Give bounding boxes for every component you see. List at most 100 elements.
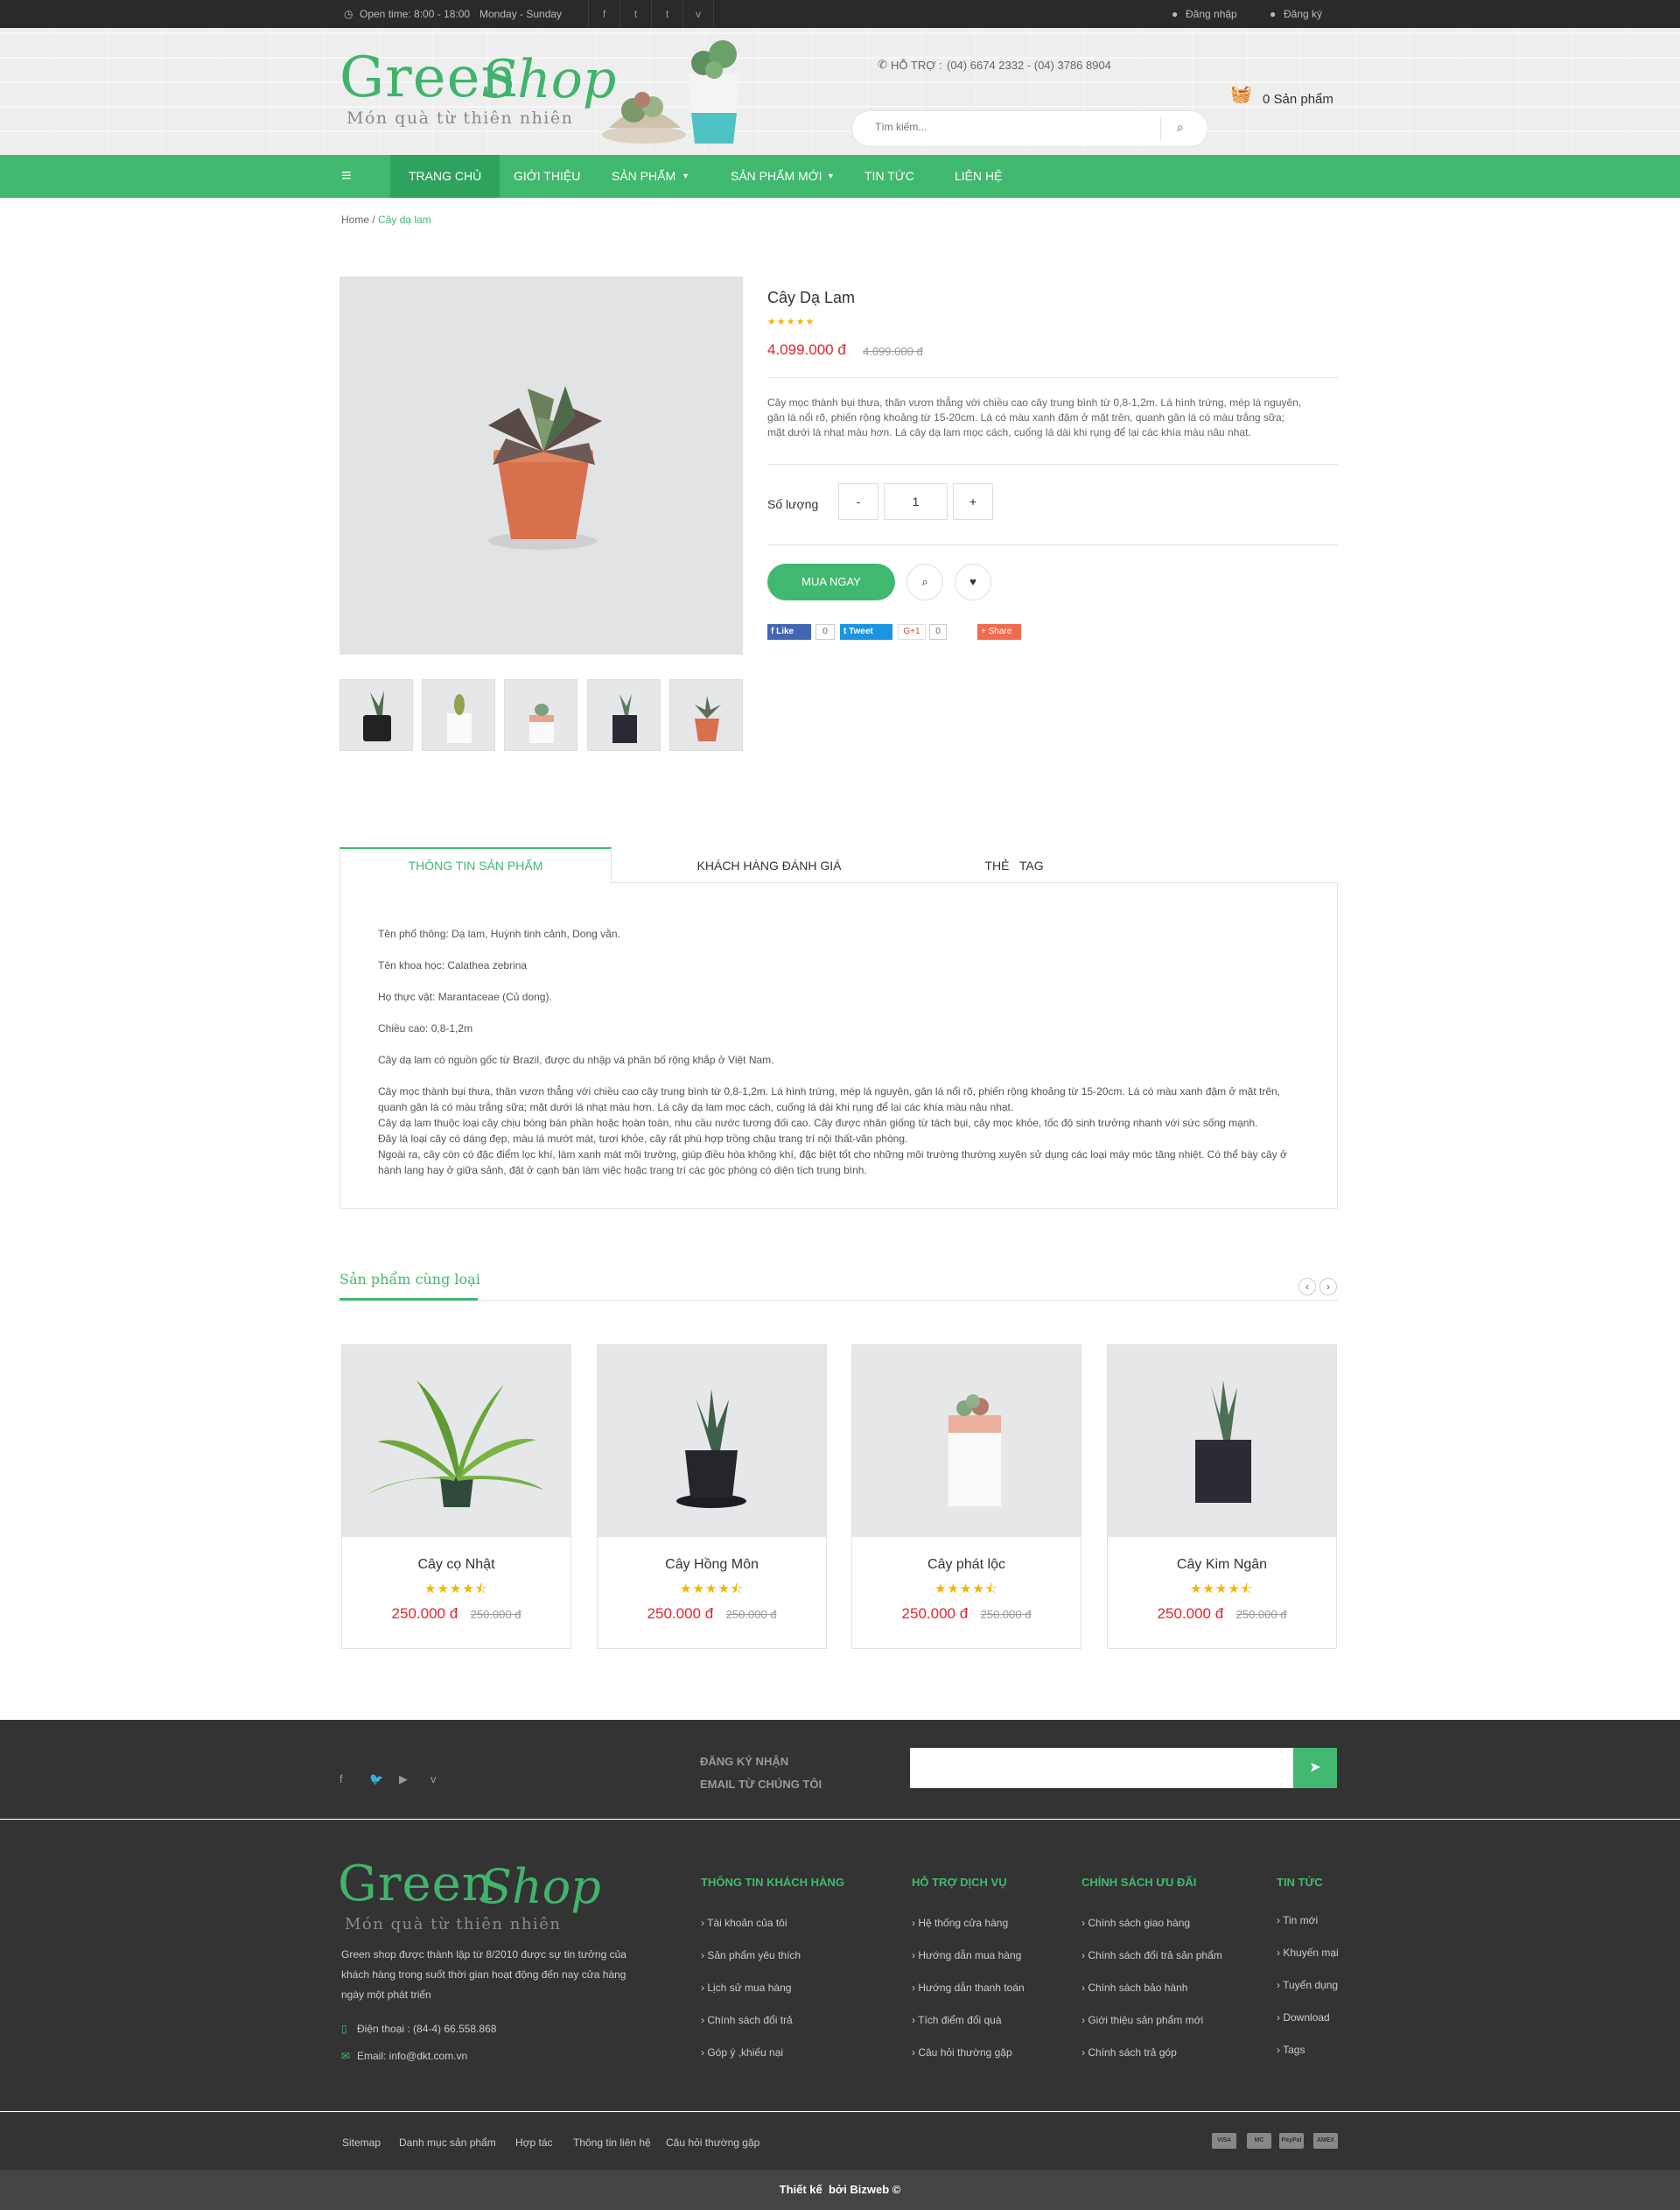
product-card[interactable]: Cây phát lộc ★★★★⯪ 250.000 đ 250.000 đ bbox=[851, 1344, 1082, 1649]
newsletter-label: ĐĂNG KÝ NHẬN bbox=[700, 1755, 789, 1768]
footer-col-title: HỖ TRỢ DỊCH VỤ bbox=[912, 1876, 1007, 1889]
footer-link[interactable]: › Chính sách đổi trả bbox=[701, 2014, 793, 2026]
quantity-input[interactable]: 1 bbox=[884, 483, 948, 520]
product-card[interactable]: Cây cọ Nhật ★★★★⯪ 250.000 đ 250.000 đ bbox=[341, 1344, 571, 1649]
newsletter-bar: f 🐦 ▶ v ĐĂNG KÝ NHẬN EMAIL TỪ CHÚNG TÔI … bbox=[0, 1720, 1680, 1819]
facebook-icon[interactable]: f bbox=[588, 0, 620, 28]
quantity-decrease-button[interactable]: - bbox=[838, 483, 878, 520]
product-image[interactable] bbox=[342, 1345, 570, 1537]
share-button[interactable]: + Share bbox=[977, 624, 1021, 640]
footer-email: Email: info@dkt.com.vn bbox=[357, 2050, 468, 2062]
succulent-banner-image bbox=[602, 40, 740, 144]
gplus-count: 0 bbox=[929, 624, 947, 640]
tab-reviews[interactable]: KHÁCH HÀNG ĐÁNH GIÁ bbox=[630, 848, 908, 883]
footer-link[interactable]: › Tích điểm đổi quà bbox=[912, 2014, 1002, 2026]
footer-link[interactable]: › Hướng dẫn thanh toán bbox=[912, 1982, 1025, 1994]
twitter-icon[interactable]: 🐦 bbox=[369, 1772, 383, 1786]
chevron-down-icon: ▼ bbox=[682, 172, 690, 180]
carousel-prev-icon[interactable]: ‹ bbox=[1298, 1278, 1316, 1295]
product-image[interactable] bbox=[598, 1345, 826, 1537]
product-name[interactable]: Cây Kim Ngân bbox=[1108, 1557, 1336, 1573]
nav-new-products[interactable]: SẢN PHẨM MỚI bbox=[731, 155, 822, 198]
cart-count[interactable]: 0 Sản phẩm bbox=[1263, 92, 1334, 107]
footer-bottom-link[interactable]: Hợp tác bbox=[515, 2136, 553, 2149]
footer-link[interactable]: › Tin mới bbox=[1277, 1914, 1318, 1926]
breadcrumb-home[interactable]: Home bbox=[341, 214, 369, 226]
product-name[interactable]: Cây cọ Nhật bbox=[342, 1557, 570, 1573]
buy-now-button[interactable]: MUA NGAY bbox=[767, 564, 895, 600]
google-plus-button[interactable]: G+1 bbox=[898, 624, 926, 640]
divider bbox=[767, 377, 1338, 378]
newsletter-email-input[interactable] bbox=[910, 1748, 1293, 1788]
footer-link[interactable]: › Tags bbox=[1277, 2044, 1305, 2056]
search-input[interactable] bbox=[875, 121, 1138, 133]
send-icon[interactable]: ➤ bbox=[1293, 1748, 1337, 1788]
footer-link[interactable]: › Câu hỏi thường gặp bbox=[912, 2046, 1012, 2059]
footer-link[interactable]: › Chính sách bảo hành bbox=[1082, 1982, 1187, 1994]
footer-bottom-bar: Sitemap Danh mục sản phẩm Hợp tác Thông … bbox=[0, 2112, 1680, 2170]
footer-link[interactable]: › Hệ thống cửa hàng bbox=[912, 1917, 1008, 1929]
cart-icon[interactable]: 🧺 bbox=[1230, 83, 1252, 105]
product-image[interactable] bbox=[1108, 1345, 1336, 1537]
tumblr-icon[interactable]: t bbox=[651, 0, 682, 28]
product-rating: ★★★★⯪ bbox=[424, 1582, 488, 1596]
footer-link[interactable]: › Sản phẩm yêu thích bbox=[701, 1949, 801, 1961]
product-thumbnail[interactable] bbox=[504, 679, 578, 751]
product-main-image[interactable] bbox=[340, 277, 743, 655]
tab-tags[interactable]: THẺ TAG bbox=[928, 848, 1101, 883]
search-icon[interactable]: ⌕ bbox=[1177, 120, 1184, 135]
footer-link[interactable]: › Hướng dẫn mua hàng bbox=[912, 1949, 1021, 1961]
footer-col-title: CHÍNH SÁCH ƯU ĐÃI bbox=[1082, 1876, 1197, 1889]
copyright-text: Thiết kế bởi Bizweb © bbox=[779, 2183, 901, 2196]
footer-bottom-link[interactable]: Câu hỏi thường gặp bbox=[666, 2136, 760, 2149]
footer-link[interactable]: › Tài khoản của tôi bbox=[701, 1917, 788, 1929]
vimeo-icon[interactable]: v bbox=[682, 0, 714, 28]
facebook-like-button[interactable]: f Like bbox=[767, 624, 811, 640]
carousel-next-icon[interactable]: › bbox=[1320, 1278, 1337, 1295]
product-old-price: 4.099.000 đ bbox=[863, 345, 923, 358]
login-link[interactable]: Đăng nhập bbox=[1186, 8, 1237, 20]
footer-col-title: THÔNG TIN KHÁCH HÀNG bbox=[701, 1876, 844, 1889]
vimeo-icon[interactable]: v bbox=[430, 1772, 437, 1786]
product-thumbnail[interactable] bbox=[422, 679, 495, 751]
product-card[interactable]: Cây Kim Ngân ★★★★⯪ 250.000 đ 250.000 đ bbox=[1107, 1344, 1337, 1649]
product-short-description: Cây mọc thành bụi thưa, thân vươn thẳng … bbox=[767, 396, 1302, 438]
footer-link[interactable]: › Góp ý ,khiếu nại bbox=[701, 2046, 783, 2059]
facebook-icon[interactable]: f bbox=[340, 1772, 343, 1786]
register-link[interactable]: Đăng ký bbox=[1284, 8, 1322, 20]
footer-bottom-link[interactable]: Thông tin liên hệ bbox=[573, 2136, 651, 2149]
divider bbox=[767, 544, 1338, 545]
footer-link[interactable]: › Giới thiệu sản phẩm mới bbox=[1082, 2014, 1203, 2026]
footer-link[interactable]: › Chính sách trả góp bbox=[1082, 2046, 1177, 2059]
footer-bottom-link[interactable]: Danh mục sản phẩm bbox=[399, 2136, 496, 2149]
product-name[interactable]: Cây phát lộc bbox=[852, 1557, 1081, 1573]
footer-link[interactable]: › Lịch sử mua hàng bbox=[701, 1982, 791, 1994]
product-thumbnail[interactable] bbox=[669, 679, 743, 751]
product-name[interactable]: Cây Hồng Môn bbox=[598, 1557, 826, 1573]
product-card[interactable]: Cây Hồng Môn ★★★★⯪ 250.000 đ 250.000 đ bbox=[597, 1344, 827, 1649]
footer-link[interactable]: › Chính sách giao hàng bbox=[1082, 1917, 1190, 1929]
footer-link[interactable]: › Chính sách đổi trả sản phẩm bbox=[1082, 1949, 1222, 1961]
tab-product-info[interactable]: THÔNG TIN SẢN PHẨM bbox=[340, 848, 612, 883]
product-thumbnail[interactable] bbox=[587, 679, 661, 751]
nav-home[interactable]: TRANG CHỦ bbox=[390, 155, 500, 198]
footer-link[interactable]: › Tuyển dụng bbox=[1277, 1979, 1338, 1991]
wishlist-heart-icon[interactable]: ♥ bbox=[955, 564, 991, 600]
breadcrumb: Home / Cây dạ lam bbox=[341, 214, 431, 226]
nav-news[interactable]: TIN TỨC bbox=[864, 155, 914, 198]
twitter-icon[interactable]: t bbox=[620, 0, 651, 28]
menu-icon[interactable]: ≡ bbox=[341, 155, 352, 198]
product-thumbnail[interactable] bbox=[340, 679, 413, 751]
tweet-button[interactable]: t Tweet bbox=[840, 624, 892, 640]
footer-link[interactable]: › Download bbox=[1277, 2011, 1330, 2024]
youtube-icon[interactable]: ▶ bbox=[399, 1772, 408, 1786]
nav-about[interactable]: GIỚI THIỆU bbox=[514, 155, 580, 198]
quick-view-search-icon[interactable]: ⌕ bbox=[906, 564, 943, 600]
footer-bottom-link[interactable]: Sitemap bbox=[342, 2136, 381, 2149]
nav-products[interactable]: SẢN PHẨM bbox=[612, 155, 676, 198]
footer-link[interactable]: › Khuyến mại bbox=[1277, 1947, 1339, 1959]
product-image[interactable] bbox=[852, 1345, 1081, 1537]
user-icon: ● bbox=[1172, 8, 1179, 20]
quantity-increase-button[interactable]: + bbox=[953, 483, 993, 520]
nav-contact[interactable]: LIÊN HỆ bbox=[955, 155, 1002, 198]
